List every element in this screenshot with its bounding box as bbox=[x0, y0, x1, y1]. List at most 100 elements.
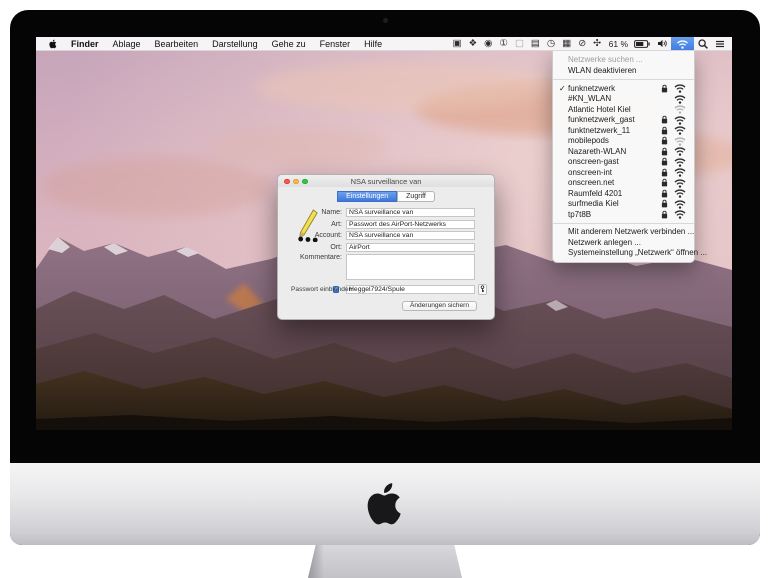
-kn-wlan[interactable]: ✓ #KN_WLAN bbox=[553, 94, 694, 105]
fan-icon[interactable]: ✣ bbox=[590, 37, 605, 50]
wifi-signal-icon bbox=[674, 104, 686, 114]
wifi-signal-icon bbox=[674, 115, 686, 125]
spotlight-search-icon[interactable] bbox=[694, 37, 711, 50]
wifi-signal-icon bbox=[674, 83, 686, 93]
wifi-footer-item[interactable]: Mit anderem Netzwerk verbinden ... bbox=[553, 227, 694, 238]
window-bookmark-icon[interactable]: ▣ bbox=[449, 37, 465, 50]
field-label: Ort: bbox=[330, 243, 342, 251]
windows-icon[interactable]: ▦ bbox=[559, 37, 575, 50]
network-name: Raumfeld 4201 bbox=[568, 188, 623, 198]
notification-center-icon[interactable] bbox=[711, 37, 728, 50]
tab-control: Einstellungen Zugriff bbox=[278, 191, 494, 202]
apple-menu[interactable] bbox=[42, 37, 64, 50]
lock-icon bbox=[661, 168, 668, 177]
status-icons: ▣ ❖ ◉ ① ▢ ▤ ◷ ▦ ⊘ ✣ 61 % bbox=[449, 37, 732, 50]
wifi-menu-footer: Mit anderem Netzwerk verbinden ... Netzwe… bbox=[553, 227, 707, 259]
mobilepods[interactable]: ✓ mobilepods bbox=[553, 136, 694, 147]
onscreen-net[interactable]: ✓ onscreen.net bbox=[553, 178, 694, 189]
lock-icon bbox=[661, 157, 668, 166]
onscreen-gast[interactable]: ✓ onscreen-gast bbox=[553, 157, 694, 168]
clock-icon[interactable]: ◷ bbox=[543, 37, 558, 50]
gehe-zu[interactable]: Gehe zu bbox=[265, 37, 313, 50]
show-password-label: Passwort einblenden: bbox=[291, 285, 355, 293]
network-name: surfmedia Kiel bbox=[568, 199, 619, 209]
darstellung[interactable]: Darstellung bbox=[205, 37, 265, 50]
nazareth-wlan[interactable]: ✓ Nazareth-WLAN bbox=[553, 146, 694, 157]
name-[interactable] bbox=[346, 208, 475, 217]
fenster[interactable]: Fenster bbox=[313, 37, 358, 50]
finder[interactable]: Finder bbox=[64, 37, 106, 50]
network-name: funktnetzwerk_11 bbox=[568, 125, 631, 135]
zoom-button[interactable] bbox=[302, 178, 308, 184]
tp7t8b[interactable]: ✓ tp7t8B bbox=[553, 209, 694, 220]
wifi-signal-icon bbox=[674, 157, 686, 167]
wifi-disable-item[interactable]: WLAN deaktivieren bbox=[553, 65, 694, 76]
wifi-footer-item[interactable]: Netzwerk anlegen ... bbox=[553, 237, 694, 248]
art-[interactable] bbox=[346, 219, 475, 229]
comment-label: Kommentare: bbox=[299, 254, 342, 261]
network-name: onscreen.net bbox=[568, 178, 615, 188]
wifi-signal-icon bbox=[674, 167, 686, 177]
key-icon bbox=[480, 285, 485, 293]
wifi-signal-icon bbox=[674, 136, 686, 146]
network-name: tp7t8B bbox=[568, 209, 592, 219]
menu-separator bbox=[553, 79, 694, 80]
apple-logo-icon bbox=[49, 39, 57, 49]
lock-icon bbox=[661, 126, 668, 135]
zugriff[interactable]: Zugriff bbox=[397, 191, 435, 202]
wifi-icon[interactable] bbox=[671, 37, 694, 50]
keychain-item-icon bbox=[292, 209, 321, 242]
lock-icon bbox=[661, 84, 668, 93]
account-[interactable] bbox=[346, 231, 475, 240]
network-list: ✓ funknetzwerk ✓ #KN_WLAN ✓ Atlantic Hot… bbox=[553, 83, 694, 220]
battery-icon[interactable] bbox=[630, 37, 653, 50]
dropbox-icon[interactable]: ❖ bbox=[465, 37, 481, 50]
lock-icon bbox=[661, 115, 668, 124]
ort-[interactable] bbox=[346, 242, 475, 252]
wifi-signal-icon bbox=[674, 125, 686, 135]
do-not-disturb-icon[interactable]: ⊘ bbox=[575, 37, 590, 50]
eye-icon[interactable]: ◉ bbox=[481, 37, 496, 50]
wifi-signal-icon bbox=[674, 178, 686, 188]
volume-icon[interactable] bbox=[653, 37, 671, 50]
lock-icon bbox=[661, 178, 668, 187]
bearbeiten[interactable]: Bearbeiten bbox=[148, 37, 206, 50]
comment-textarea[interactable] bbox=[346, 254, 475, 280]
password-assistant-button[interactable] bbox=[478, 284, 487, 295]
atlantic-hotel-kiel[interactable]: ✓ Atlantic Hotel Kiel bbox=[553, 104, 694, 115]
einstellungen[interactable]: Einstellungen bbox=[337, 191, 398, 202]
facetime-camera bbox=[383, 18, 388, 23]
ablage[interactable]: Ablage bbox=[106, 37, 148, 50]
save-changes-button[interactable]: Änderungen sichern bbox=[401, 300, 477, 311]
dialog-titlebar[interactable]: NSA surveillance van bbox=[278, 175, 494, 187]
imac-bezel: Finder Ablage Bearbeiten Darstellung Gehe zu… bbox=[10, 10, 760, 545]
raumfeld-4201[interactable]: ✓ Raumfeld 4201 bbox=[553, 188, 694, 199]
network-name: mobilepods bbox=[568, 136, 609, 146]
apple-logo bbox=[366, 481, 404, 527]
network-name: funknetzwerk_gast bbox=[568, 115, 635, 125]
camera-disabled-icon[interactable]: ▢ bbox=[511, 37, 527, 50]
funknetzwerk-gast[interactable]: ✓ funknetzwerk_gast bbox=[553, 115, 694, 126]
close-button[interactable] bbox=[284, 178, 290, 184]
imac-chin bbox=[10, 463, 760, 545]
wifi-signal-icon bbox=[674, 146, 686, 156]
funknetzwerk[interactable]: ✓ funknetzwerk bbox=[553, 83, 694, 94]
hilfe[interactable]: Hilfe bbox=[357, 37, 389, 50]
network-name: Atlantic Hotel Kiel bbox=[568, 104, 631, 114]
display-icon[interactable]: ▤ bbox=[527, 37, 543, 50]
surfmedia-kiel[interactable]: ✓ surfmedia Kiel bbox=[553, 199, 694, 210]
checkmark-icon: ✓ bbox=[559, 83, 566, 93]
dialog-title: NSA surveillance van bbox=[350, 176, 422, 186]
wifi-footer-item[interactable]: Systemeinstellung „Netzwerk“ öffnen ... bbox=[553, 248, 707, 259]
form-row: Ort: bbox=[278, 242, 494, 252]
power-circle-icon[interactable]: ① bbox=[496, 37, 512, 50]
network-name: onscreen-gast bbox=[568, 157, 619, 167]
wifi-dropdown-menu: Netzwerke suchen ... WLAN deaktivieren ✓… bbox=[552, 51, 707, 263]
imac-stand bbox=[308, 545, 462, 578]
onscreen-int[interactable]: ✓ onscreen-int bbox=[553, 167, 694, 178]
wifi-signal-icon bbox=[674, 209, 686, 219]
password-field[interactable] bbox=[346, 284, 475, 294]
minimize-button[interactable] bbox=[293, 178, 299, 184]
funktnetzwerk-11[interactable]: ✓ funktnetzwerk_11 bbox=[553, 125, 694, 136]
keychain-dialog: NSA surveillance van Einstellungen Zugrif… bbox=[277, 174, 495, 320]
